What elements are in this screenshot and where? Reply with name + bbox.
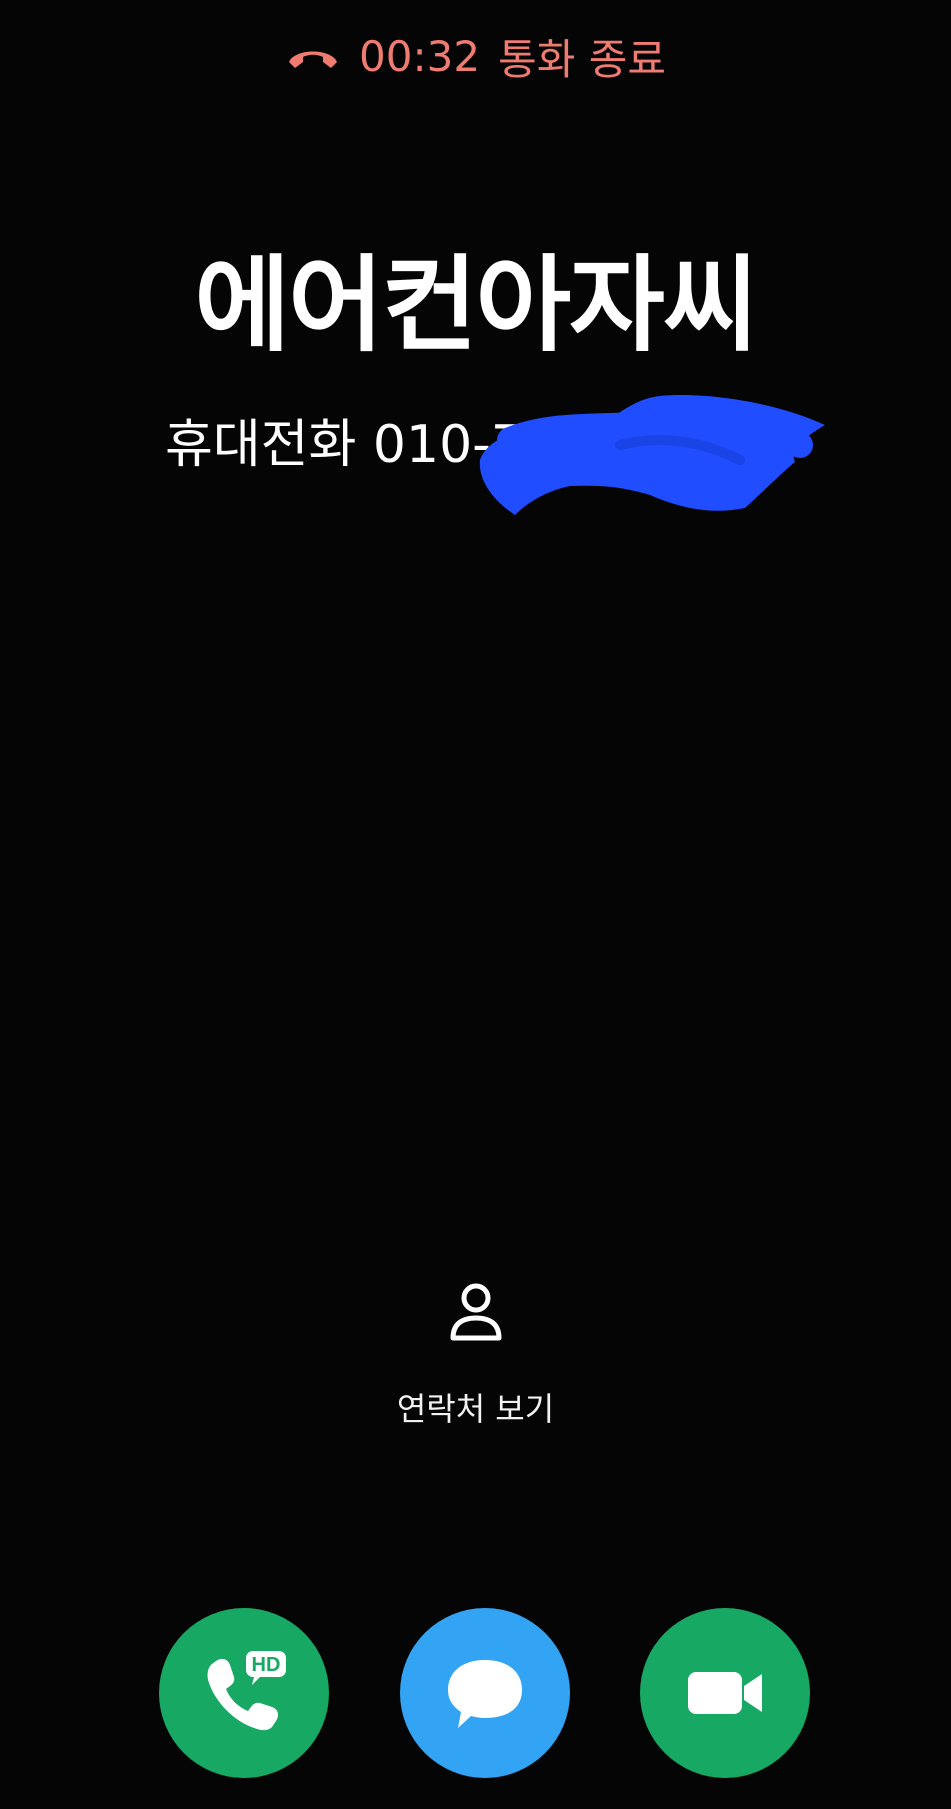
person-icon [450,1283,501,1341]
number-type: 휴대전화 [165,415,357,475]
video-camera-icon [688,1672,762,1714]
call-end-icon [289,51,338,68]
chat-bubble-icon [448,1660,522,1728]
hd-phone-icon: HD [207,1651,286,1731]
hd-badge: HD [252,1654,281,1676]
view-contact-label: 연락처 보기 [396,1390,555,1428]
call-status: 00:32 통화 종료 [0,26,951,87]
call-duration: 00:32 [359,32,481,81]
caller-name: 에어컨아자씨 [194,244,758,366]
video-call-button[interactable] [640,1608,810,1778]
call-status-label: 통화 종료 [498,35,666,84]
view-contact-button[interactable]: 연락처 보기 [0,1280,951,1430]
redaction-scribble [479,395,825,515]
message-button[interactable] [400,1608,570,1778]
hd-voice-call-button[interactable]: HD [159,1608,329,1778]
